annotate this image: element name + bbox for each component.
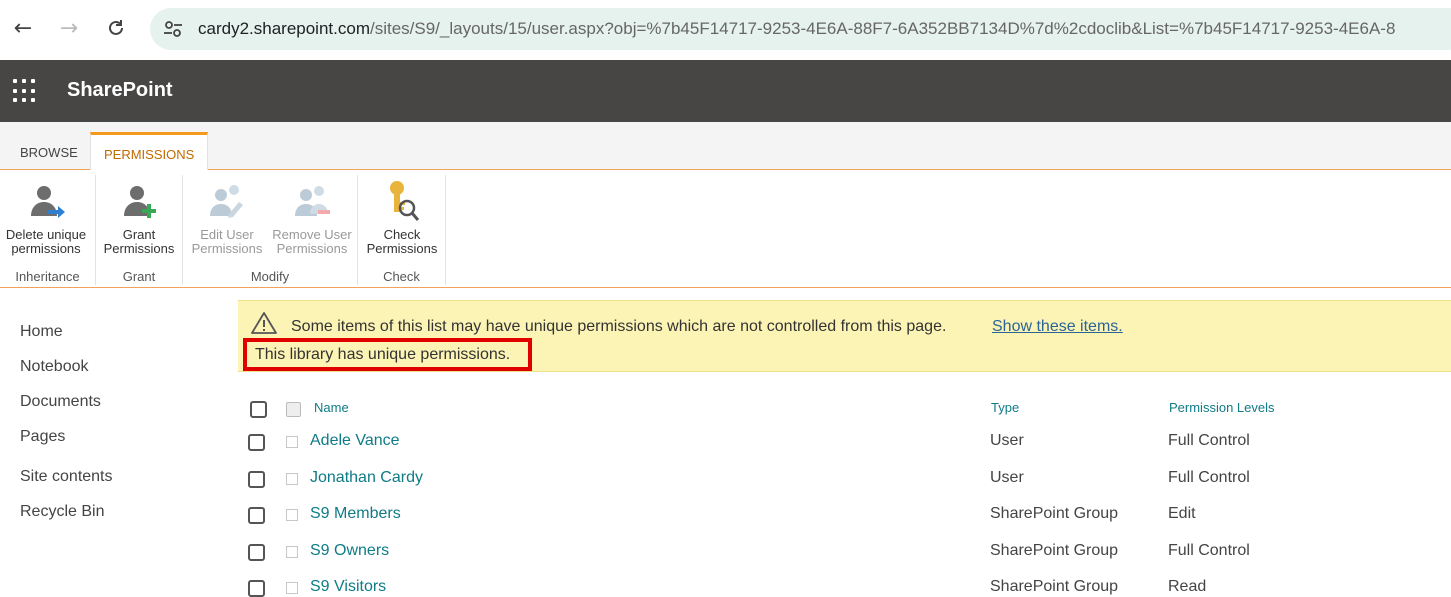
brand-title[interactable]: SharePoint: [67, 79, 173, 102]
group-label-inheritance: Inheritance: [15, 269, 80, 284]
grant-permissions-button[interactable]: Grant Permissions: [99, 180, 179, 256]
row-type: SharePoint Group: [990, 578, 1119, 595]
header-item-checkbox[interactable]: [286, 402, 301, 417]
row-item-checkbox[interactable]: [286, 509, 298, 521]
row-permission-level: Read: [1168, 578, 1207, 595]
group-check: Check Permissions Check: [358, 175, 446, 285]
column-header-type[interactable]: Type: [991, 400, 1019, 415]
row-checkbox[interactable]: [248, 544, 265, 561]
grant-permissions-icon: [124, 186, 156, 218]
row-permission-level: Edit: [1168, 505, 1196, 522]
ribbon: Delete unique permissions Inheritance Gr…: [0, 170, 1451, 288]
check-permissions-icon: [390, 181, 420, 221]
address-bar[interactable]: cardy2.sharepoint.com/sites/S9/_layouts/…: [150, 8, 1451, 50]
row-type: User: [990, 469, 1024, 486]
remove-user-line1: Remove User: [272, 227, 352, 242]
nav-item-home[interactable]: Home: [20, 323, 63, 341]
check-line1: Check: [383, 227, 421, 242]
table-header: Name Type Permission Levels: [0, 393, 1451, 423]
delete-unique-line1: Delete unique: [5, 227, 87, 242]
row-type: SharePoint Group: [990, 505, 1119, 522]
url-text[interactable]: cardy2.sharepoint.com/sites/S9/_layouts/…: [198, 19, 1395, 39]
group-label-check: Check: [383, 269, 420, 284]
arrow-left-icon[interactable]: ←: [5, 10, 41, 46]
select-all-checkbox[interactable]: [250, 401, 267, 418]
table-row: Jonathan Cardy User Full Control: [0, 461, 1451, 497]
browser-toolbar: ← → cardy2.sharepoint.com/sites/S9/_layo…: [0, 0, 1451, 60]
row-checkbox[interactable]: [248, 434, 265, 451]
row-name-link[interactable]: Adele Vance: [310, 432, 400, 450]
row-type: SharePoint Group: [990, 542, 1119, 559]
row-checkbox[interactable]: [248, 507, 265, 524]
table-row: Adele Vance User Full Control: [0, 424, 1451, 460]
show-these-items-link[interactable]: Show these items.: [992, 318, 1123, 336]
row-type: User: [990, 432, 1024, 449]
url-host: cardy2.sharepoint.com: [198, 19, 370, 38]
edit-user-line2: Permissions: [191, 241, 263, 256]
group-modify: Edit User Permissions Remove User Permis…: [183, 175, 358, 285]
group-label-modify: Modify: [250, 269, 290, 284]
group-grant: Grant Permissions Grant: [96, 175, 183, 285]
edit-user-permissions-icon: [210, 185, 243, 218]
highlight-box: This library has unique permissions.: [243, 338, 532, 371]
row-permission-level: Full Control: [1168, 469, 1250, 486]
arrow-right-icon[interactable]: →: [51, 10, 87, 46]
remove-user-permissions-button[interactable]: Remove User Permissions: [269, 180, 355, 256]
nav-item-notebook[interactable]: Notebook: [20, 358, 89, 376]
column-header-name[interactable]: Name: [314, 400, 349, 415]
remove-user-line2: Permissions: [276, 241, 348, 256]
check-line2: Permissions: [366, 241, 438, 256]
ribbon-tabs: BROWSE PERMISSIONS: [0, 122, 1451, 171]
row-checkbox[interactable]: [248, 471, 265, 488]
warning-icon: [251, 312, 277, 334]
row-item-checkbox[interactable]: [286, 473, 298, 485]
row-name-link[interactable]: S9 Visitors: [310, 578, 386, 596]
row-permission-level: Full Control: [1168, 542, 1250, 559]
tab-browse[interactable]: BROWSE: [7, 136, 91, 170]
reload-icon[interactable]: [98, 10, 134, 46]
row-item-checkbox[interactable]: [286, 436, 298, 448]
row-name-link[interactable]: S9 Owners: [310, 542, 389, 560]
suite-bar: SharePoint: [0, 60, 1451, 122]
edit-user-line1: Edit User: [200, 227, 254, 242]
row-item-checkbox[interactable]: [286, 582, 298, 594]
row-name-link[interactable]: Jonathan Cardy: [310, 469, 423, 487]
waffle-icon[interactable]: [13, 79, 37, 103]
table-row: S9 Visitors SharePoint Group Read: [0, 570, 1451, 597]
column-header-permission-levels[interactable]: Permission Levels: [1169, 400, 1275, 415]
table-row: S9 Members SharePoint Group Edit: [0, 497, 1451, 533]
tab-permissions[interactable]: PERMISSIONS: [90, 132, 209, 171]
url-path: /sites/S9/_layouts/15/user.aspx?obj=%7b4…: [369, 19, 1396, 38]
site-info-icon[interactable]: [162, 18, 184, 40]
group-inheritance: Delete unique permissions Inheritance: [0, 175, 96, 285]
row-checkbox[interactable]: [248, 580, 265, 597]
delete-unique-permissions-icon: [31, 186, 65, 218]
edit-user-permissions-button[interactable]: Edit User Permissions: [187, 180, 267, 256]
table-row: S9 Owners SharePoint Group Full Control: [0, 534, 1451, 570]
group-label-grant: Grant: [122, 269, 156, 284]
delete-unique-permissions-button[interactable]: Delete unique permissions: [0, 180, 92, 256]
status-message-bar: Some items of this list may have unique …: [238, 300, 1451, 372]
row-item-checkbox[interactable]: [286, 546, 298, 558]
unique-items-warning: Some items of this list may have unique …: [291, 318, 947, 335]
grant-line1: Grant: [122, 227, 156, 242]
check-permissions-button[interactable]: Check Permissions: [363, 180, 441, 256]
row-name-link[interactable]: S9 Members: [310, 505, 401, 523]
unique-permissions-text: This library has unique permissions.: [255, 346, 511, 363]
row-permission-level: Full Control: [1168, 432, 1250, 449]
grant-line2: Permissions: [103, 241, 175, 256]
delete-unique-line2: permissions: [11, 241, 81, 256]
remove-user-permissions-icon: [295, 186, 330, 216]
